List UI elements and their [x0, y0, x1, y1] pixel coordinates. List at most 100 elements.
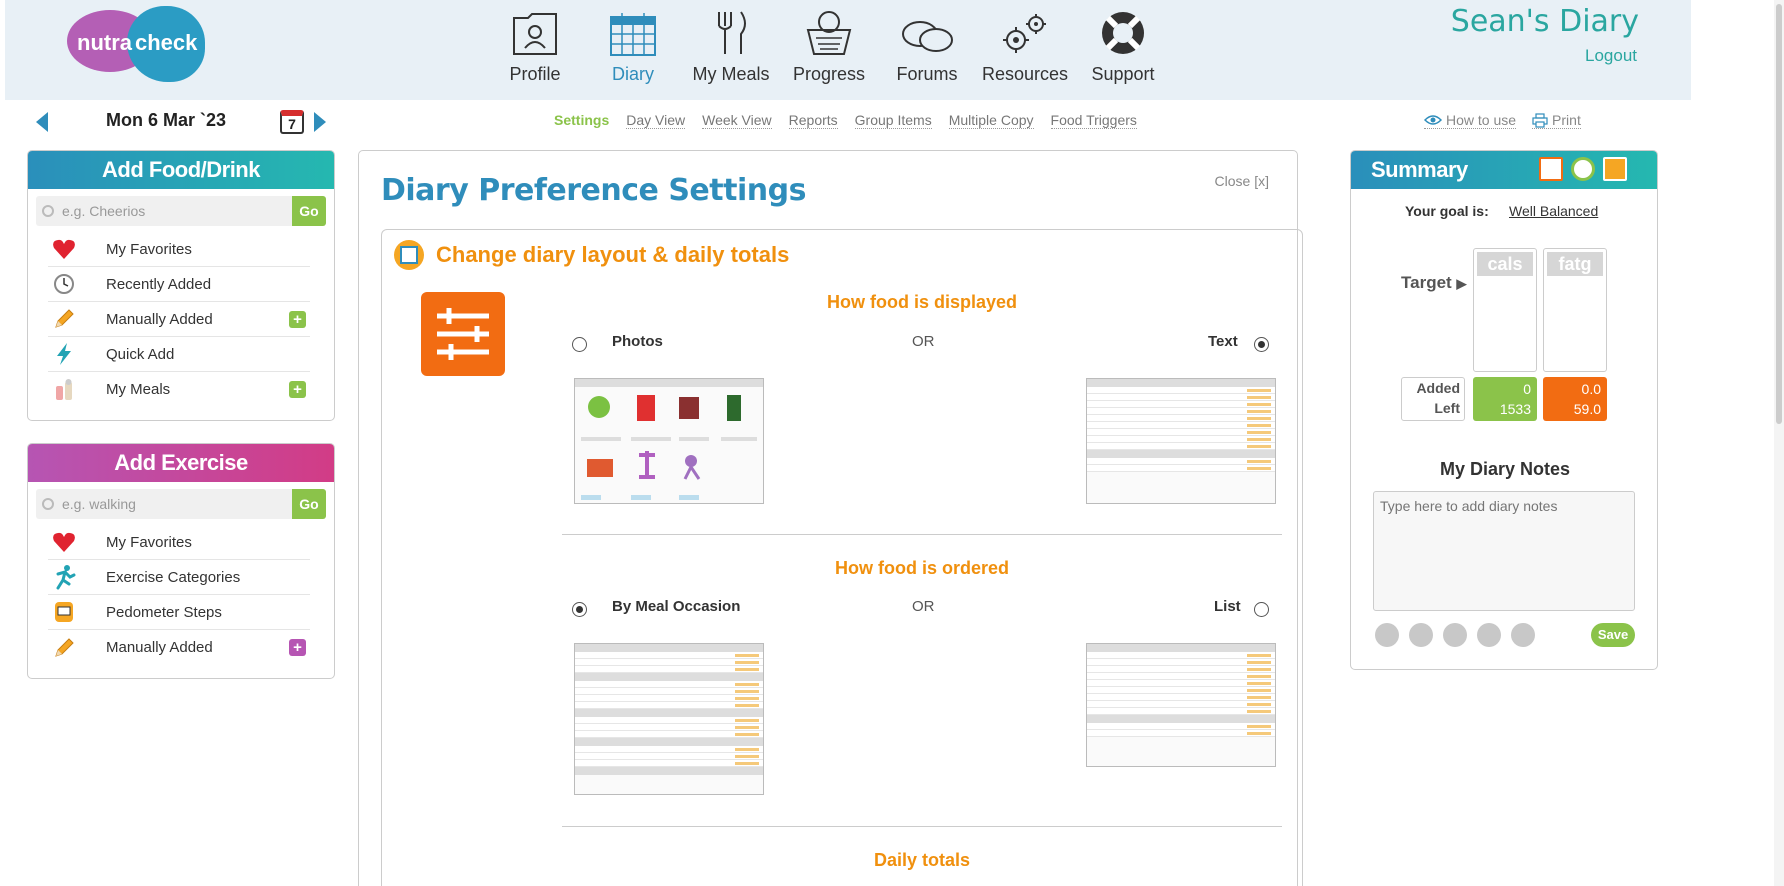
page-tools: How to use Print	[1424, 112, 1581, 129]
subnav-day-view[interactable]: Day View	[626, 112, 686, 129]
bar-view-icon[interactable]	[1539, 157, 1563, 181]
fat-left-value: 59.0	[1573, 401, 1601, 417]
next-day-arrow-icon[interactable]	[314, 112, 326, 132]
diary-settings-panel: Diary Preference Settings Close [x] Chan…	[358, 150, 1303, 886]
nav-my-meals[interactable]: My Meals	[686, 4, 776, 96]
salt-pepper-icon	[48, 377, 80, 403]
nav-diary[interactable]: Diary	[588, 4, 678, 96]
nav-progress[interactable]: Progress	[784, 4, 874, 96]
list-label: List	[1214, 598, 1241, 615]
ordered-title: How food is ordered	[834, 558, 1009, 578]
nav-profile[interactable]: Profile	[490, 4, 580, 96]
food-search-input[interactable]: e.g. Cheerios	[36, 196, 292, 226]
eye-icon	[1424, 115, 1442, 125]
pencil-icon	[48, 635, 80, 661]
logout-link[interactable]: Logout	[1585, 46, 1637, 66]
add-food-title: Add Food/Drink	[28, 151, 334, 189]
printer-icon	[1532, 112, 1548, 128]
text-radio[interactable]	[1254, 337, 1269, 352]
how-to-use-link[interactable]: How to use	[1424, 112, 1517, 129]
food-quick-add-item[interactable]: Quick Add	[48, 337, 310, 372]
print-link[interactable]: Print	[1532, 112, 1581, 129]
goal-label: Your goal is:	[1405, 203, 1489, 219]
food-favorites-item[interactable]: My Favorites	[48, 232, 310, 267]
very-sad-face-icon[interactable]	[1511, 623, 1535, 647]
list-preview-image	[1086, 643, 1276, 767]
mood-selector	[1375, 623, 1535, 647]
subnav-multiple-copy[interactable]: Multiple Copy	[948, 112, 1034, 129]
photos-label: Photos	[612, 333, 663, 350]
exercise-options-list: My Favorites Exercise Categories Pedomet…	[48, 525, 310, 665]
very-happy-face-icon[interactable]	[1375, 623, 1399, 647]
happy-face-icon[interactable]	[1409, 623, 1433, 647]
food-search-go-button[interactable]: Go	[292, 196, 326, 226]
diary-notes-title: My Diary Notes	[1439, 459, 1571, 479]
diary-owner-title: Sean's Diary	[1450, 4, 1639, 39]
food-recently-added-item[interactable]: Recently Added	[48, 267, 310, 302]
sliders-icon	[421, 292, 505, 376]
exercise-manually-added-item[interactable]: Manually Added +	[48, 630, 310, 665]
ordered-or: OR	[912, 598, 935, 615]
cals-target-column: cals	[1473, 248, 1537, 372]
save-notes-button[interactable]: Save	[1591, 623, 1635, 647]
fat-header: fatg	[1547, 252, 1603, 276]
page-scrollbar[interactable]	[1774, 0, 1784, 886]
calendar-picker-icon[interactable]: 7	[280, 110, 304, 134]
goal-value-link[interactable]: Well Balanced	[1509, 203, 1598, 219]
nav-support[interactable]: Support	[1078, 4, 1168, 96]
clock-icon	[48, 271, 80, 297]
fat-value-box: 0.0 59.0	[1543, 377, 1607, 421]
main-nav: Profile Diary My Meals Progress Forums R…	[490, 4, 1176, 96]
page: nutra check Profile Diary My Meals Progr…	[0, 0, 1784, 886]
layout-section-header: Change diary layout & daily totals	[394, 240, 789, 270]
nav-forums[interactable]: Forums	[882, 4, 972, 96]
exercise-search-go-button[interactable]: Go	[292, 489, 326, 519]
neutral-face-icon[interactable]	[1443, 623, 1467, 647]
pie-view-icon[interactable]	[1571, 157, 1595, 181]
by-meal-occasion-radio[interactable]	[572, 602, 587, 617]
close-settings-button[interactable]: Close [x]	[1215, 173, 1269, 189]
add-meal-plus-icon[interactable]: +	[289, 381, 306, 398]
exercise-search-input[interactable]: e.g. walking	[36, 489, 292, 519]
scale-icon	[784, 4, 874, 58]
settings-title: Diary Preference Settings	[381, 173, 806, 208]
by-meal-occasion-label: By Meal Occasion	[612, 598, 741, 615]
subnav-reports[interactable]: Reports	[788, 112, 838, 129]
lightning-icon	[48, 341, 80, 367]
layout-icon	[394, 240, 424, 270]
subnav-settings[interactable]: Settings	[554, 112, 609, 129]
heart-icon	[48, 529, 80, 555]
subnav-food-triggers[interactable]: Food Triggers	[1050, 112, 1137, 129]
exercise-favorites-item[interactable]: My Favorites	[48, 525, 310, 560]
pedometer-icon	[48, 599, 80, 625]
add-manual-exercise-plus-icon[interactable]: +	[289, 639, 306, 656]
exercise-search: e.g. walking Go	[36, 489, 326, 519]
pencil-icon	[48, 306, 80, 332]
layout-section: Change diary layout & daily totals How f…	[381, 229, 1303, 886]
subnav-group-items[interactable]: Group Items	[854, 112, 932, 129]
subnav-week-view[interactable]: Week View	[702, 112, 772, 129]
text-label: Text	[1208, 333, 1238, 350]
food-manually-added-item[interactable]: Manually Added +	[48, 302, 310, 337]
cals-value-box: 0 1533	[1473, 377, 1537, 421]
heart-icon	[48, 236, 80, 262]
previous-day-arrow-icon[interactable]	[36, 112, 48, 132]
date-navigator: Mon 6 Mar `23 7	[36, 108, 336, 136]
added-left-label: Added Left	[1401, 377, 1465, 421]
sad-face-icon[interactable]	[1477, 623, 1501, 647]
nav-resources[interactable]: Resources	[980, 4, 1070, 96]
scrollbar-thumb[interactable]	[1776, 4, 1782, 424]
exercise-categories-item[interactable]: Exercise Categories	[48, 560, 310, 595]
list-radio[interactable]	[1254, 602, 1269, 617]
diary-notes-textarea[interactable]	[1373, 491, 1635, 611]
fat-added-value: 0.0	[1581, 381, 1601, 397]
add-manual-food-plus-icon[interactable]: +	[289, 311, 306, 328]
exercise-pedometer-item[interactable]: Pedometer Steps	[48, 595, 310, 630]
table-view-icon[interactable]	[1603, 157, 1627, 181]
food-my-meals-item[interactable]: My Meals +	[48, 372, 310, 407]
add-exercise-title: Add Exercise	[28, 444, 334, 482]
summary-view-icons	[1539, 157, 1627, 181]
food-options-list: My Favorites Recently Added Manually Add…	[48, 232, 310, 407]
nutracheck-logo[interactable]: nutra check	[67, 6, 205, 82]
photos-radio[interactable]	[572, 337, 587, 352]
